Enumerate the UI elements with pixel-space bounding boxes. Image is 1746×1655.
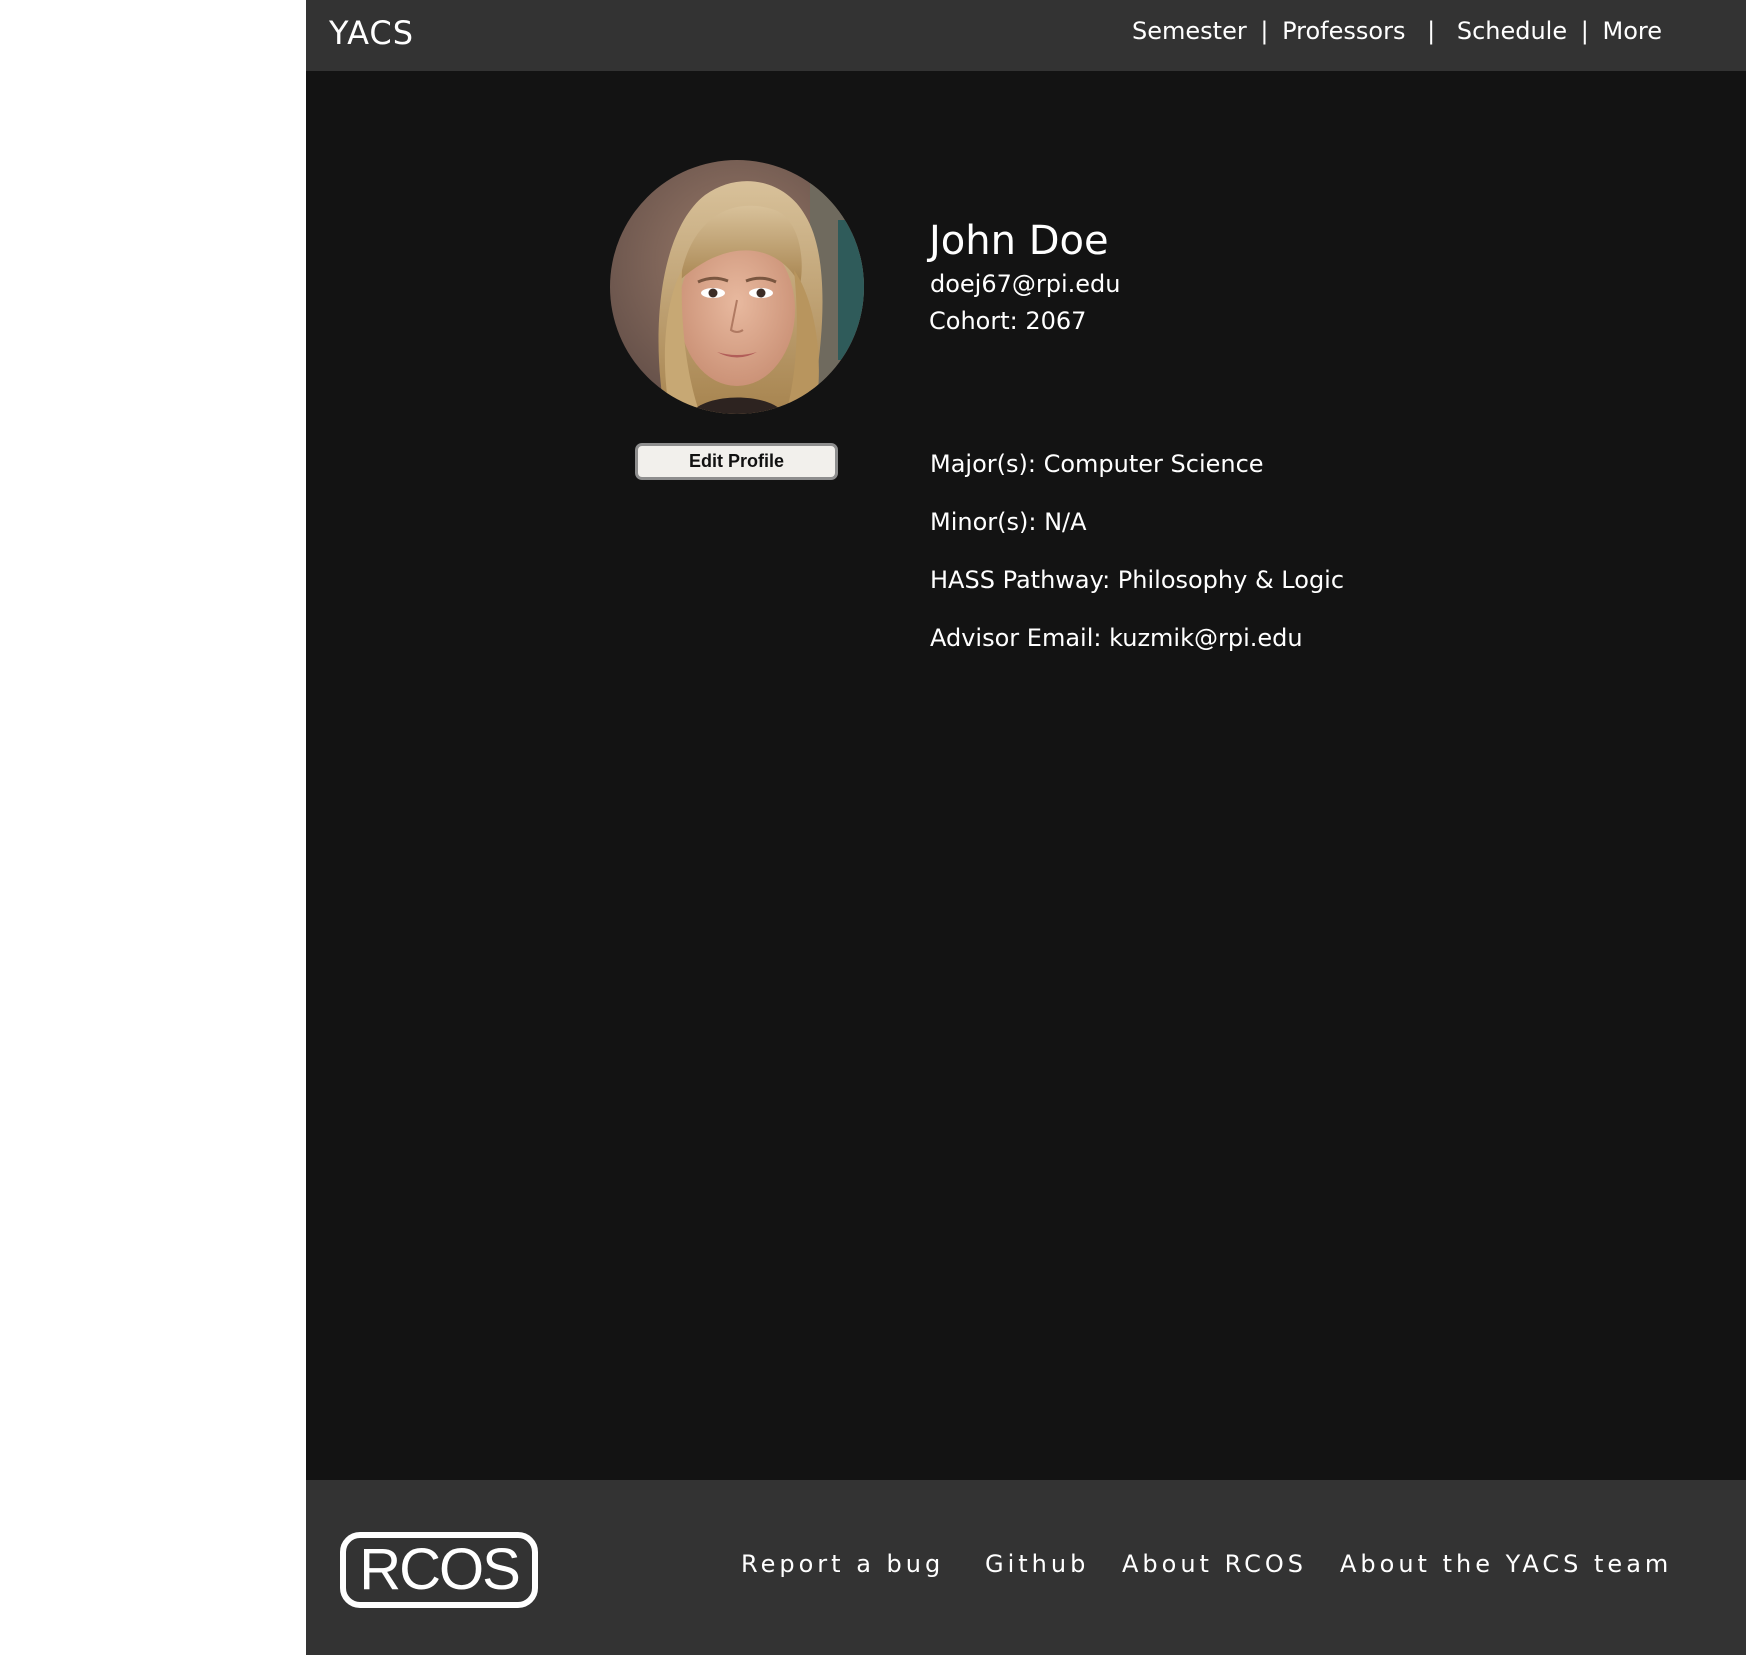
profile-majors: Major(s): Computer Science [930, 450, 1264, 478]
avatar-portrait-image [610, 160, 864, 414]
profile-cohort: Cohort: 2067 [929, 307, 1087, 335]
left-blank-margin [0, 0, 306, 1655]
profile-avatar [610, 160, 864, 414]
footer-github-link[interactable]: Github [985, 1550, 1089, 1578]
nav-separator: | [1427, 17, 1436, 45]
top-navbar: YACS Semester | Professors | Schedule | … [306, 0, 1746, 71]
profile-name: John Doe [929, 218, 1109, 264]
nav-professors[interactable]: Professors [1282, 17, 1405, 45]
brand-logo[interactable]: YACS [329, 14, 414, 52]
footer: RCOS Report a bug Github About RCOS Abou… [306, 1480, 1746, 1655]
footer-report-bug-link[interactable]: Report a bug [741, 1550, 944, 1578]
profile-email: doej67@rpi.edu [930, 270, 1121, 298]
profile-hass-pathway: HASS Pathway: Philosophy & Logic [930, 566, 1345, 594]
nav-schedule[interactable]: Schedule [1457, 17, 1567, 45]
nav-semester[interactable]: Semester [1132, 17, 1247, 45]
nav-separator: | [1260, 17, 1269, 45]
edit-profile-button[interactable]: Edit Profile [635, 443, 838, 480]
profile-advisor-email: Advisor Email: kuzmik@rpi.edu [930, 624, 1303, 652]
rcos-logo[interactable]: RCOS [340, 1532, 538, 1608]
app-window: YACS Semester | Professors | Schedule | … [306, 0, 1746, 1655]
footer-about-rcos-link[interactable]: About RCOS [1122, 1550, 1307, 1578]
nav-more[interactable]: More [1603, 17, 1663, 45]
profile-minors: Minor(s): N/A [930, 508, 1087, 536]
nav-links: Semester | Professors | Schedule | More [1132, 17, 1662, 45]
nav-separator: | [1580, 17, 1589, 45]
footer-about-team-link[interactable]: About the YACS team [1340, 1550, 1672, 1578]
